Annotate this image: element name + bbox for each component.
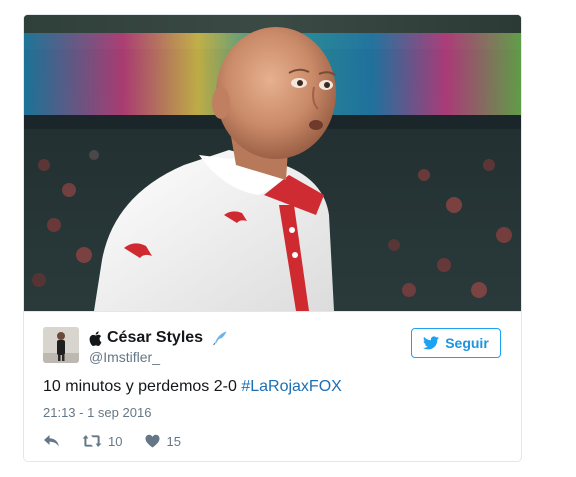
author-display-name: César Styles (107, 329, 204, 346)
like-count: 15 (166, 433, 181, 449)
tweet-text-body: 10 minutos y perdemos 2-0 (43, 378, 242, 395)
tweet-timestamp[interactable]: 21:13 - 1 sep 2016 (43, 405, 151, 420)
apple-icon (89, 330, 102, 346)
tweet-actions: 10 15 (43, 432, 181, 450)
photo-soccer-coach (24, 15, 521, 311)
hashtag-link[interactable]: #LaRojaxFOX (241, 378, 342, 395)
avatar-image (43, 327, 79, 363)
author-handle[interactable]: @Imstifler_ (89, 349, 160, 365)
tweet-body: César Styles @Imstifler_ Seguir 10 minut… (24, 311, 521, 461)
follow-button-label: Seguir (445, 335, 489, 351)
tweet-text: 10 minutos y perdemos 2-0 #LaRojaxFOX (43, 378, 342, 396)
feather-quill-icon (212, 330, 228, 346)
tweet-photo[interactable] (24, 15, 521, 311)
follow-button[interactable]: Seguir (411, 328, 501, 358)
like-button[interactable]: 15 (145, 433, 181, 449)
author-name-row[interactable]: César Styles (89, 328, 228, 348)
heart-icon (145, 434, 160, 448)
reply-button[interactable] (43, 434, 60, 448)
bird-icon (423, 336, 440, 350)
retweet-count: 10 (108, 433, 123, 449)
embedded-tweet-card: César Styles @Imstifler_ Seguir 10 minut… (23, 14, 522, 462)
retweet-button[interactable]: 10 (82, 434, 122, 449)
avatar[interactable] (43, 327, 79, 363)
reply-icon (44, 435, 59, 447)
retweet-icon (82, 435, 102, 447)
